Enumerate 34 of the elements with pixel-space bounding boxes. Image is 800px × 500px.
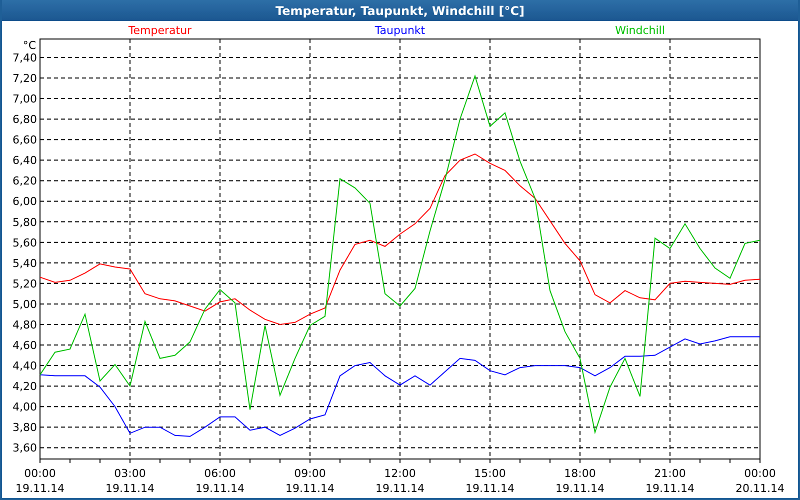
y-tick-label: 5,40 <box>12 256 37 270</box>
y-tick-label: 4,00 <box>12 400 37 414</box>
x-tick-label: 00:00 19.11.14 <box>16 467 64 495</box>
legend-label: Temperatur <box>128 24 192 37</box>
x-tick-label: 12:00 19.11.14 <box>376 467 424 495</box>
y-tick-label: 4,60 <box>12 339 37 352</box>
legend-label: Windchill <box>615 24 665 37</box>
y-tick-label: 3,80 <box>12 421 37 434</box>
y-tick-label: 7,20 <box>12 72 37 86</box>
y-tick-label: 5,20 <box>12 277 37 290</box>
y-tick-label: 4,40 <box>12 360 37 373</box>
x-tick-label: 00:00 20.11.14 <box>736 467 784 495</box>
y-tick-label: 6,80 <box>12 113 37 126</box>
y-tick-label: 7,00 <box>12 92 37 106</box>
x-tick-label: 06:00 19.11.14 <box>196 467 244 495</box>
x-tick-label: 03:00 19.11.14 <box>106 467 154 495</box>
y-tick-label: 4,80 <box>12 318 37 332</box>
x-tick-label: 09:00 19.11.14 <box>286 467 334 495</box>
y-tick-label: 7,40 <box>12 51 37 64</box>
x-tick-label: 15:00 19.11.14 <box>466 467 514 495</box>
x-tick-label: 18:00 19.11.14 <box>556 467 604 495</box>
y-tick-label: 5,00 <box>12 298 37 311</box>
y-tick-label: 4,20 <box>12 380 37 394</box>
legend-label: Taupunkt <box>374 24 426 37</box>
y-tick-label: 3,60 <box>12 442 37 455</box>
y-tick-label: 6,60 <box>12 134 37 147</box>
y-tick-label: 5,80 <box>12 216 37 229</box>
x-tick-label: 21:00 19.11.14 <box>646 467 694 495</box>
y-tick-label: 6,00 <box>12 195 37 208</box>
y-tick-label: 6,20 <box>12 174 37 188</box>
axis-unit: °C <box>22 39 36 52</box>
y-tick-label: 6,40 <box>12 154 37 168</box>
y-tick-label: 5,60 <box>12 236 37 250</box>
window-title: Temperatur, Taupunkt, Windchill [°C] <box>2 0 798 21</box>
